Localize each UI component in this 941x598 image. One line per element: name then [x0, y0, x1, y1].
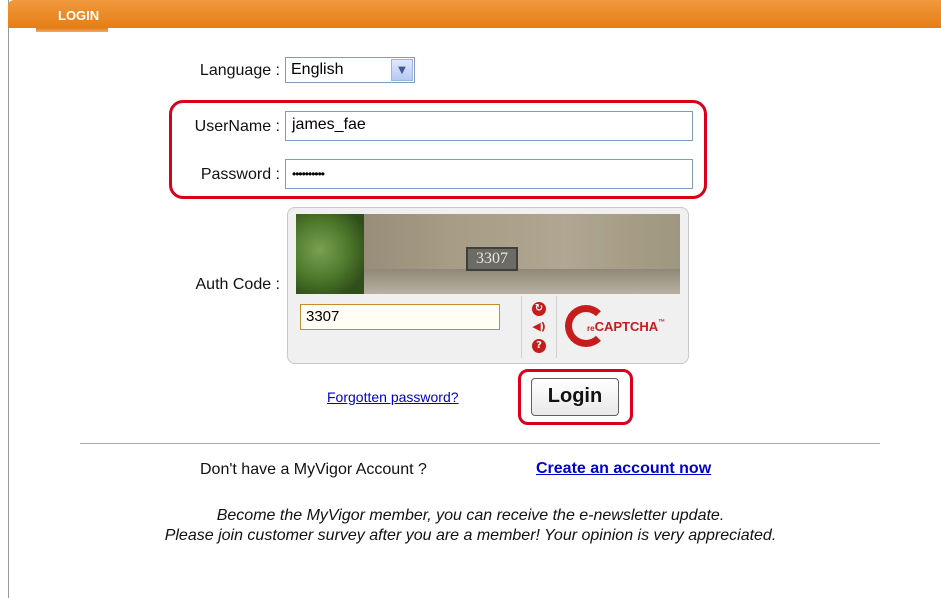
credentials-highlight-box [169, 100, 707, 199]
member-info-line2: Please join customer survey after you ar… [164, 527, 777, 544]
header-tab-notch [36, 28, 108, 32]
refresh-icon[interactable]: ↻ [532, 302, 546, 316]
captcha-image-bush [296, 214, 364, 294]
authcode-label: Auth Code : [195, 276, 281, 293]
help-icon[interactable]: ? [532, 339, 546, 353]
language-label: Language : [199, 62, 280, 79]
forgot-password-link[interactable]: Forgotten password? [327, 389, 459, 405]
create-account-link[interactable]: Create an account now [536, 460, 711, 478]
chevron-down-icon[interactable]: ▼ [391, 59, 413, 81]
login-header-bar [8, 0, 941, 28]
language-select[interactable]: English ▼ [285, 57, 415, 83]
divider [80, 443, 880, 444]
captcha-house-number: 3307 [466, 247, 518, 271]
recaptcha-logo: reCAPTCHA™ [565, 305, 670, 349]
login-highlight-box [518, 369, 633, 425]
no-account-text: Don't have a MyVigor Account ? [200, 461, 427, 478]
login-header-title: LOGIN [58, 8, 100, 23]
captcha-tools: ↻ ◀) ? [521, 296, 557, 358]
member-info-line1: Become the MyVigor member, you can recei… [216, 507, 725, 524]
language-select-value: English [291, 61, 344, 78]
recaptcha-logo-text: reCAPTCHA™ [587, 319, 666, 334]
captcha-image: 3307 [296, 214, 680, 294]
captcha-input[interactable]: 3307 [300, 304, 500, 330]
audio-icon[interactable]: ◀) [532, 320, 546, 334]
login-header-tab: LOGIN [36, 0, 108, 40]
captcha-image-wall [356, 269, 680, 294]
captcha-widget: 3307 3307 ↻ ◀) ? reCAPTCHA™ [287, 207, 689, 364]
